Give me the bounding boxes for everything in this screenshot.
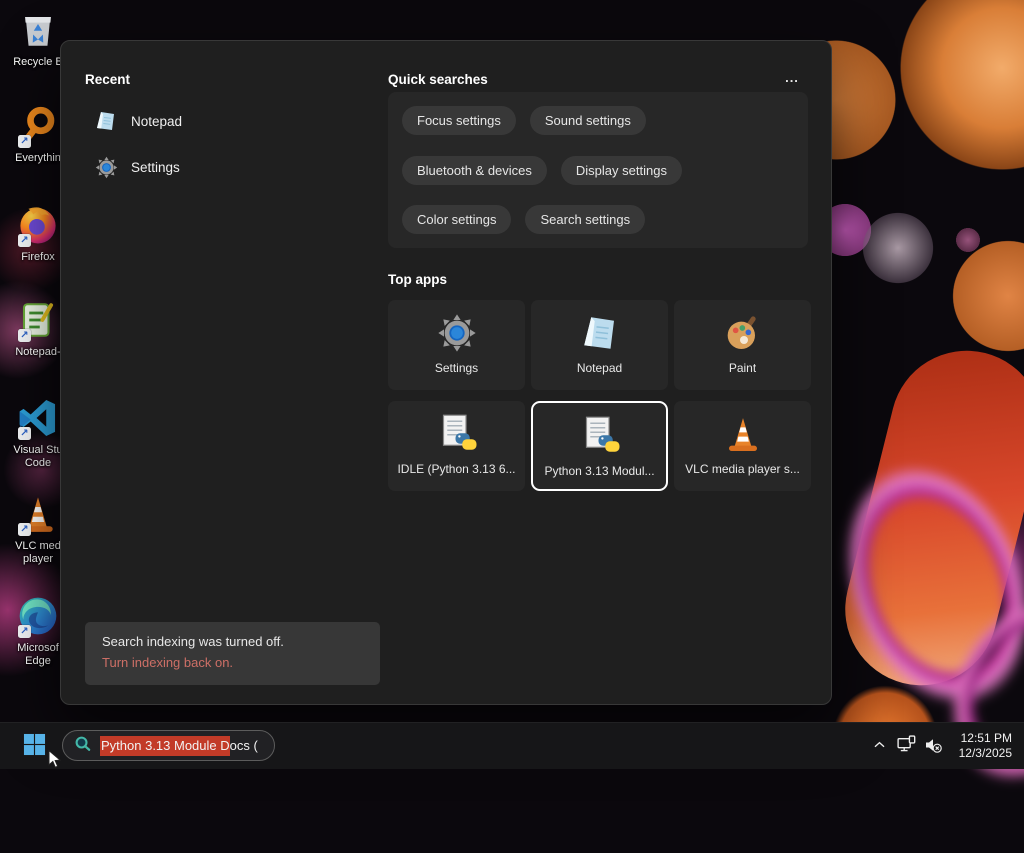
edge-icon: ↗ [16, 594, 60, 638]
settings-gear-icon [94, 155, 118, 179]
top-app-tile-notepad[interactable]: Notepad [531, 300, 668, 390]
recent-item-notepad[interactable]: Notepad [85, 103, 375, 139]
chevron-up-icon [872, 737, 887, 755]
top-app-label: Notepad [576, 361, 623, 375]
notepad-icon [579, 312, 621, 354]
quick-search-pill-search-settings[interactable]: Search settings [525, 205, 646, 234]
paint-palette-icon [722, 312, 764, 354]
recycle-bin-icon [16, 8, 60, 52]
shortcut-arrow-icon: ↗ [18, 329, 31, 342]
unselected-query-text: ocs ( [229, 738, 258, 753]
top-app-tile-vlc-skins[interactable]: VLC media player s... [674, 401, 811, 491]
quick-search-pill-sound-settings[interactable]: Sound settings [529, 106, 646, 135]
settings-gear-icon [436, 312, 478, 354]
shortcut-arrow-icon: ↗ [18, 523, 31, 536]
notepad-plus-plus-icon: ↗ [16, 298, 60, 342]
ethernet-network-icon [896, 734, 917, 758]
shortcut-arrow-icon: ↗ [18, 234, 31, 247]
python-document-icon [579, 415, 621, 457]
python-document-icon [436, 413, 478, 455]
vlc-cone-icon [722, 413, 764, 455]
more-options-button[interactable]: ... [775, 65, 809, 89]
search-flyout-panel: Recent Notepad Settings Quick searches .… [60, 40, 832, 705]
volume-muted-tray-button[interactable] [920, 731, 947, 761]
shortcut-arrow-icon: ↗ [18, 427, 31, 440]
quick-searches-card: Focus settings Sound settings Bluetooth … [388, 92, 808, 248]
vlc-cone-icon: ↗ [16, 492, 60, 536]
quick-searches-header: Quick searches [388, 72, 488, 87]
firefox-icon: ↗ [16, 203, 60, 247]
top-app-label: Paint [728, 361, 757, 375]
top-app-tile-python-module-docs[interactable]: Python 3.13 Modul... [531, 401, 668, 491]
quick-search-pill-bluetooth-devices[interactable]: Bluetooth & devices [402, 155, 547, 185]
recent-item-label: Settings [131, 159, 180, 175]
network-tray-button[interactable] [893, 731, 920, 761]
quick-search-pill-color-settings[interactable]: Color settings [402, 205, 512, 234]
top-apps-grid: Settings Notepad Paint IDLE (Python 3.13… [388, 300, 812, 491]
speaker-muted-icon [923, 735, 943, 758]
everything-search-icon: ↗ [16, 104, 60, 148]
search-icon [73, 734, 92, 758]
turn-indexing-on-link[interactable]: Turn indexing back on. [102, 655, 233, 670]
top-app-tile-settings[interactable]: Settings [388, 300, 525, 390]
selected-query-text: Python 3.13 Module D [100, 736, 230, 756]
hidden-icons-chevron-button[interactable] [866, 731, 893, 761]
quick-search-pill-focus-settings[interactable]: Focus settings [402, 106, 516, 135]
vscode-icon: ↗ [16, 396, 60, 440]
taskbar: Python 3.13 Module Docs ( 12:51 PM 12/3/… [0, 722, 1024, 769]
shortcut-arrow-icon: ↗ [18, 625, 31, 638]
recent-header: Recent [85, 72, 131, 87]
search-query-text: Python 3.13 Module Docs ( [100, 736, 258, 756]
top-apps-header: Top apps [388, 272, 447, 287]
clock-time: 12:51 PM [960, 731, 1012, 745]
notepad-icon [94, 109, 118, 133]
shortcut-arrow-icon: ↗ [18, 135, 31, 148]
indexing-notice: Search indexing was turned off. Turn ind… [85, 622, 380, 685]
top-app-label: VLC media player s... [685, 462, 800, 476]
top-app-tile-idle-python[interactable]: IDLE (Python 3.13 6... [388, 401, 525, 491]
system-tray: 12:51 PM 12/3/2025 [866, 723, 1018, 769]
clock-date: 12/3/2025 [958, 746, 1012, 760]
start-button[interactable] [16, 729, 52, 763]
quick-search-pill-display-settings[interactable]: Display settings [560, 155, 682, 185]
top-app-tile-paint[interactable]: Paint [674, 300, 811, 390]
top-app-label: IDLE (Python 3.13 6... [397, 462, 516, 476]
windows-logo-icon [23, 733, 46, 759]
taskbar-search-box[interactable]: Python 3.13 Module Docs ( [62, 730, 275, 761]
top-app-label: Python 3.13 Modul... [544, 464, 655, 478]
recent-item-label: Notepad [131, 113, 183, 129]
recent-item-settings[interactable]: Settings [85, 149, 375, 185]
top-app-label: Settings [434, 361, 479, 375]
taskbar-clock[interactable]: 12:51 PM 12/3/2025 [953, 729, 1018, 763]
indexing-notice-message: Search indexing was turned off. [102, 634, 284, 649]
